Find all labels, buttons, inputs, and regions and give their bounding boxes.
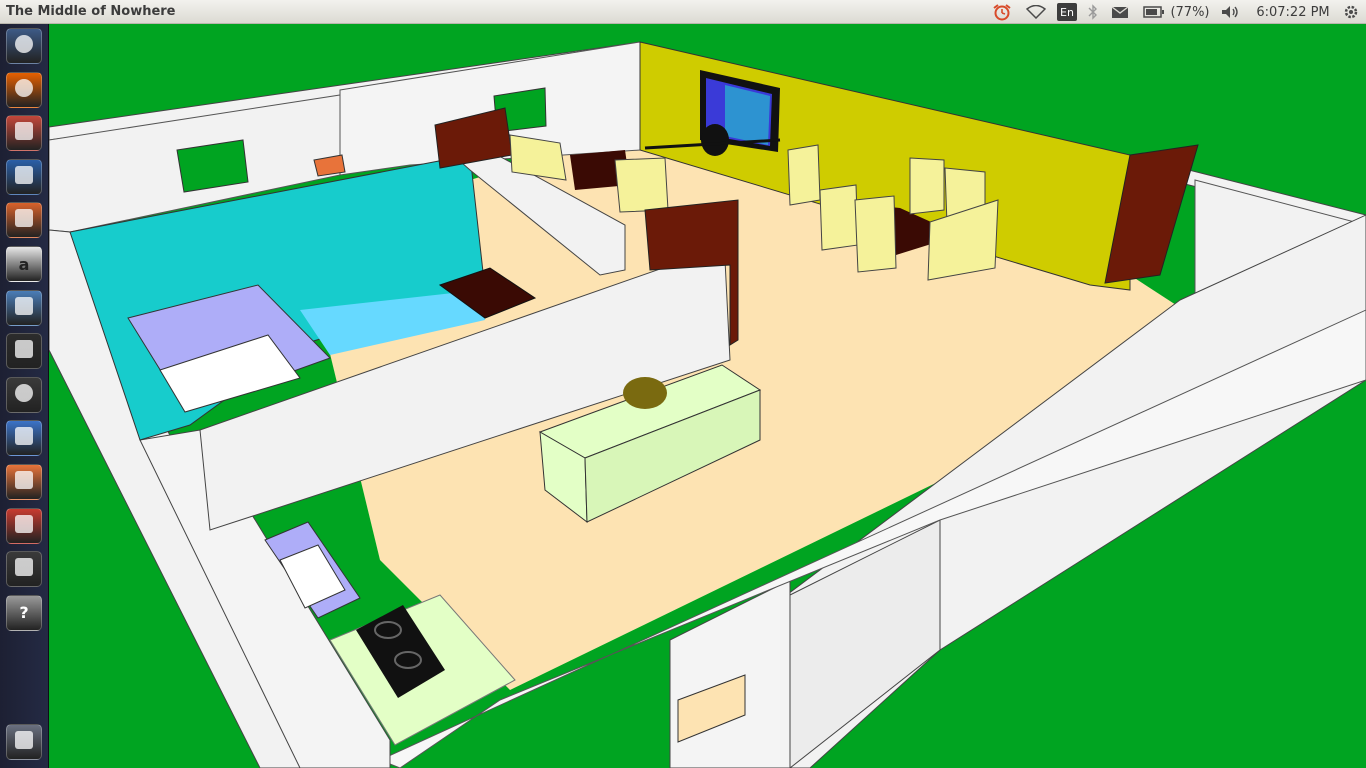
top-panel: The Middle of Nowhere En (77%) 6:07:22 P… [0,0,1366,24]
windows-logo-icon [15,383,33,406]
launcher-text-editor-button[interactable] [6,420,42,457]
document-writer-icon [15,165,33,188]
file-cabinet-icon [15,122,33,144]
launcher-alarm-clock-button[interactable] [6,507,42,544]
dining-chair-4 [909,157,945,215]
launcher: a? [0,24,49,768]
launcher-firefox-button[interactable] [6,71,42,108]
vlc-cone-icon [15,340,33,362]
battery-percent: (77%) [1170,4,1210,20]
battery-icon[interactable] [1142,3,1166,21]
firefox-icon [15,78,33,101]
text-document-icon [15,427,33,449]
launcher-dash-home-button[interactable] [6,28,42,64]
gears-icon [15,296,33,319]
ceiling-fan [701,124,729,156]
question-mark-icon: ? [19,603,29,623]
home-3d-viewport[interactable] [49,24,1366,768]
mail-icon[interactable] [1110,3,1130,21]
amazon-icon: a [18,254,30,274]
settings-gear-icon[interactable] [1340,3,1362,21]
presentation-icon [15,209,33,231]
alarm-clock-icon[interactable] [990,3,1014,21]
keyboard-layout-icon[interactable]: En [1057,3,1077,21]
ubuntu-logo-icon [15,35,33,57]
shopping-bag-icon [15,471,33,493]
launcher-vlc-button[interactable] [6,333,42,370]
launcher-system-settings-button[interactable] [6,289,42,326]
dining-chair-1 [787,144,821,206]
teapot [623,377,667,409]
window-title: The Middle of Nowhere [6,4,176,19]
wifi-icon[interactable] [1024,3,1048,21]
bluetooth-icon[interactable] [1084,3,1102,21]
alarm-clock-icon [15,514,33,537]
launcher-writer-button[interactable] [6,158,42,195]
terminal-icon [15,558,33,580]
launcher-amazon-button[interactable]: a [6,246,42,282]
clock[interactable]: 6:07:22 PM [1254,3,1332,21]
launcher-files-button[interactable] [6,115,42,152]
launcher-terminal-button[interactable] [6,551,42,588]
volume-icon[interactable] [1218,3,1242,21]
launcher-windows-app-button[interactable] [6,376,42,413]
launcher-trash-button[interactable] [6,724,42,760]
launcher-unknown-app-button[interactable]: ? [6,594,42,631]
launcher-software-center-button[interactable] [6,464,42,500]
dining-chair-2 [819,184,859,251]
trash-icon [15,731,33,753]
dining-chair-3 [854,195,897,273]
launcher-impress-button[interactable] [6,202,42,239]
armchair-2 [614,157,669,213]
